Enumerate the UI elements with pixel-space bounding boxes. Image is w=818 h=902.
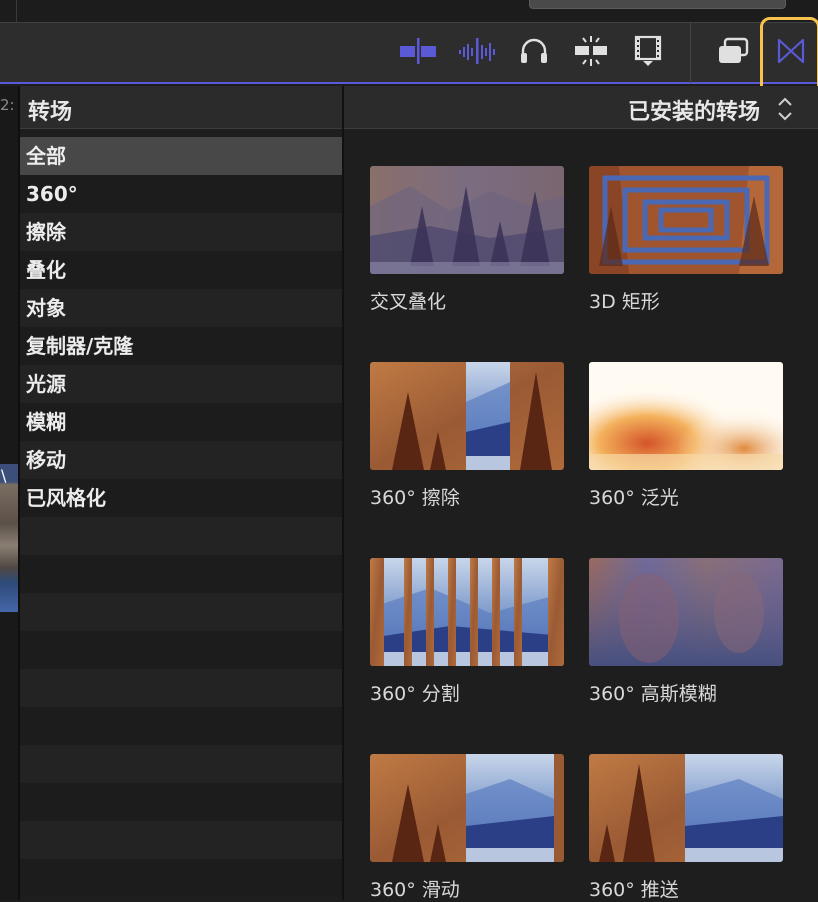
empty-row [20, 745, 342, 783]
snapping-icon [573, 35, 609, 71]
sidebar-item-lights[interactable]: 光源 [20, 365, 342, 403]
timeline-clip[interactable] [0, 464, 18, 612]
sidebar-item-label: 擦除 [26, 220, 66, 244]
photos-audio-icon [716, 36, 750, 70]
sidebar-item-label: 移动 [26, 448, 66, 472]
browser-title[interactable]: 已安装的转场 [628, 94, 760, 126]
browser-header: 已安装的转场 [344, 86, 818, 129]
clip-skimming-icon [398, 36, 438, 70]
top-divider [16, 0, 17, 22]
empty-row [20, 707, 342, 745]
chevron-updown-icon[interactable] [776, 96, 794, 122]
sidebar-item-wipes[interactable]: 擦除 [20, 213, 342, 251]
sidebar-item-objects[interactable]: 对象 [20, 289, 342, 327]
sidebar-item-blurs[interactable]: 模糊 [20, 403, 342, 441]
empty-row [20, 631, 342, 669]
transition-label: 360° 泛光 [589, 487, 679, 509]
snapping-button[interactable] [570, 31, 612, 75]
empty-row [20, 555, 342, 593]
transition-label: 交叉叠化 [370, 291, 447, 313]
empty-row [20, 859, 342, 897]
sidebar-item-label: 对象 [26, 296, 66, 320]
sidebar-item-label: 模糊 [26, 410, 66, 434]
sidebar-item-360[interactable]: 360° [20, 175, 342, 213]
sidebar-item-label: 叠化 [26, 258, 66, 282]
transition-thumbnail-3d-rectangle[interactable] [589, 166, 783, 274]
headphones-icon [518, 36, 550, 70]
sidebar-item-label: 已风格化 [26, 486, 106, 510]
transition-thumbnail-360-split[interactable] [370, 558, 564, 666]
sidebar-item-replicator-clones[interactable]: 复制器/克隆 [20, 327, 342, 365]
timeline-toolbar [0, 22, 818, 84]
transition-label: 360° 分割 [370, 683, 460, 705]
sidebar-item-all[interactable]: 全部 [20, 137, 342, 175]
sidebar-title: 转场 [28, 100, 73, 125]
transition-thumbnail-360-wipe[interactable] [370, 362, 564, 470]
empty-row [20, 517, 342, 555]
sidebar-header: 转场 [20, 86, 343, 129]
sidebar-item-label: 光源 [26, 372, 66, 396]
transition-thumbnail-360-push[interactable] [589, 754, 783, 862]
effects-browser-icon [633, 35, 663, 71]
sidebar-item-label: 全部 [26, 144, 66, 168]
top-popup-button[interactable] [529, 0, 786, 9]
headphones-button[interactable] [513, 31, 555, 75]
top-strip [0, 0, 818, 22]
audio-skimming-button[interactable] [456, 31, 498, 75]
timecode-fragment: 2: [0, 96, 15, 114]
sidebar-item-label: 复制器/克隆 [26, 334, 134, 358]
empty-row [20, 669, 342, 707]
empty-row [20, 593, 342, 631]
toolbar-separator [690, 23, 691, 83]
clip-skimming-button[interactable] [397, 31, 439, 75]
sidebar-item-dissolves[interactable]: 叠化 [20, 251, 342, 289]
sidebar-item-label: 360° [26, 182, 78, 206]
empty-row [20, 783, 342, 821]
transition-label: 360° 擦除 [370, 487, 460, 509]
transition-label: 360° 滑动 [370, 879, 460, 901]
transition-thumbnail-360-slide[interactable] [370, 754, 564, 862]
transition-thumbnail-360-gaussian-blur[interactable] [589, 558, 783, 666]
clip-marker-icon: \ [1, 466, 7, 485]
transition-label: 360° 高斯模糊 [589, 683, 717, 705]
empty-row [20, 821, 342, 859]
audio-skimming-icon [457, 36, 497, 70]
photos-audio-button[interactable] [712, 31, 754, 75]
effects-browser-button[interactable] [627, 31, 669, 75]
transition-thumbnail-360-bloom[interactable] [589, 362, 783, 470]
sidebar-item-stylized[interactable]: 已风格化 [20, 479, 342, 517]
sidebar-item-movements[interactable]: 移动 [20, 441, 342, 479]
transition-label: 3D 矩形 [589, 291, 660, 313]
category-list: 全部 360° 擦除 叠化 对象 复制器/克隆 光源 模糊 移动 已风格化 [20, 137, 342, 900]
transitions-grid: 交叉叠化 3D 矩形 360° 擦除 360° 泛光 360° 分割 360° … [344, 130, 818, 901]
transition-thumbnail-cross-dissolve[interactable] [370, 166, 564, 274]
transition-label: 360° 推送 [589, 879, 679, 901]
